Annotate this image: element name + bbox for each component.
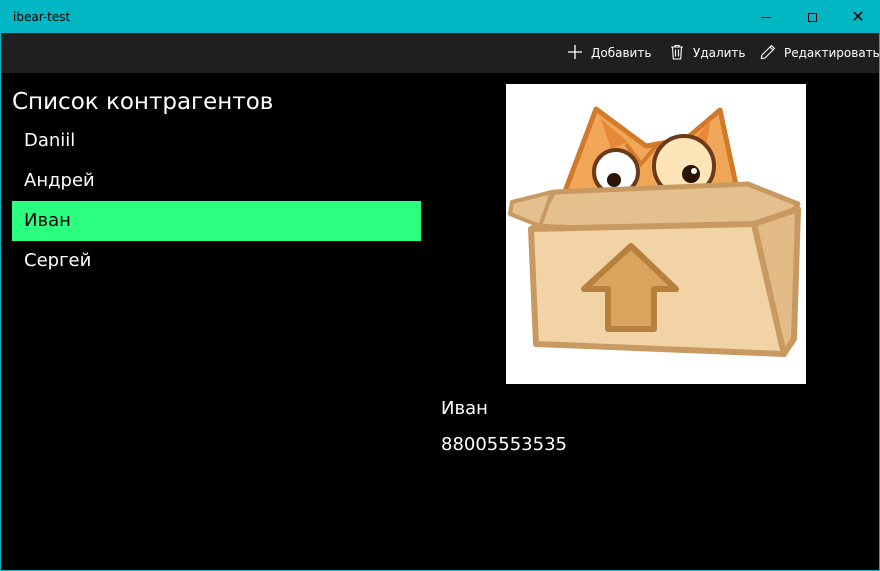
title-bar[interactable]: ibear-test ✕ [1, 1, 879, 33]
contractor-list: Daniil Андрей Иван Сергей [12, 121, 421, 281]
minimize-icon [761, 16, 771, 18]
list-item[interactable]: Сергей [12, 241, 421, 281]
delete-label: Удалить [693, 46, 746, 60]
list-item[interactable]: Андрей [12, 161, 421, 201]
command-bar: Добавить Удалить Редактировать [1, 33, 880, 73]
add-label: Добавить [591, 46, 652, 60]
minimize-button[interactable] [743, 1, 789, 33]
detail-phone: 88005553535 [441, 434, 567, 455]
edit-button[interactable]: Редактировать [760, 33, 880, 73]
app-window: ibear-test ✕ Добавить Удалить Редактиров… [0, 0, 880, 571]
pencil-icon [760, 44, 776, 63]
list-heading: Список контрагентов [12, 89, 274, 115]
contractor-photo [506, 84, 806, 384]
cat-in-box-illustration [508, 106, 801, 357]
window-title: ibear-test [13, 10, 71, 24]
plus-icon [567, 44, 583, 63]
trash-icon [669, 44, 685, 63]
maximize-icon [807, 12, 817, 22]
maximize-button[interactable] [789, 1, 835, 33]
list-item-selected[interactable]: Иван [12, 201, 421, 241]
edit-label: Редактировать [784, 46, 880, 60]
close-icon: ✕ [851, 7, 865, 26]
detail-name: Иван [441, 398, 488, 419]
delete-button[interactable]: Удалить [669, 33, 746, 73]
list-item[interactable]: Daniil [12, 121, 421, 161]
close-button[interactable]: ✕ [835, 1, 880, 33]
add-button[interactable]: Добавить [567, 33, 651, 73]
